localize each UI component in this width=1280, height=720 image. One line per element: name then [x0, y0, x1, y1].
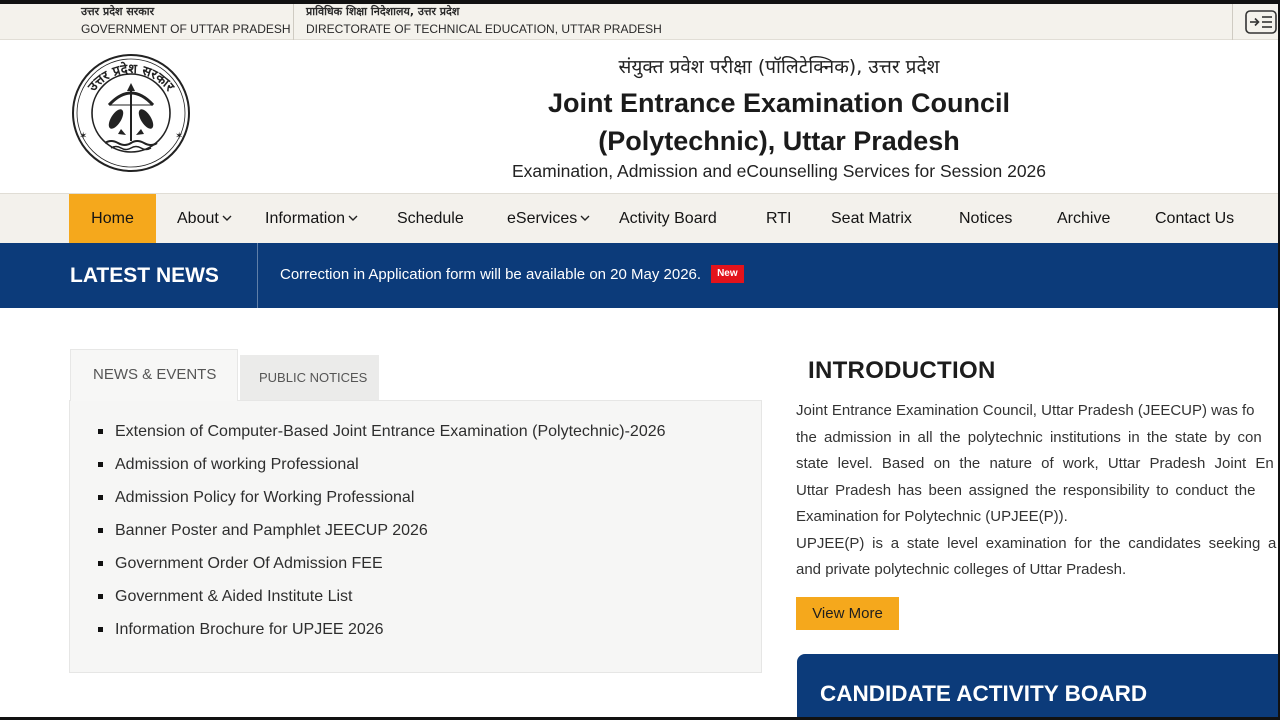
nav-item-label: RTI: [766, 210, 792, 227]
nav-item-information[interactable]: Information: [265, 194, 358, 243]
introduction-line: Examination for Polytechnic (UPJEE(P)).: [796, 508, 1068, 525]
list-item-link[interactable]: Extension of Computer-Based Joint Entran…: [115, 423, 666, 440]
nav-item-label: Information: [265, 210, 346, 227]
latest-news-text[interactable]: Correction in Application form will be a…: [280, 266, 701, 283]
nav-item-activity-board[interactable]: Activity Board: [619, 194, 717, 243]
list-item-link[interactable]: Government Order Of Admission FEE: [115, 555, 383, 572]
nav-item-label: About: [177, 210, 219, 227]
introduction-heading: INTRODUCTION: [808, 357, 996, 384]
bullet-icon: [98, 594, 103, 599]
list-item[interactable]: Government & Aided Institute List: [70, 580, 761, 613]
nav-item-contact-us[interactable]: Contact Us: [1155, 194, 1234, 243]
nav-item-about[interactable]: About: [177, 194, 232, 243]
introduction-line: UPJEE(P) is a state level examination fo…: [796, 534, 1277, 552]
introduction-line: the admission in all the polytechnic ins…: [796, 428, 1262, 446]
government-name-english: GOVERNMENT OF UTTAR PRADESH: [81, 22, 291, 36]
nav-item-label: Archive: [1057, 210, 1111, 227]
menu-toggle-icon[interactable]: [1245, 10, 1277, 34]
introduction-line: and private polytechnic colleges of Utta…: [796, 561, 1127, 578]
news-events-panel: Extension of Computer-Based Joint Entran…: [69, 400, 762, 673]
chevron-down-icon: [580, 215, 590, 221]
list-item[interactable]: Admission Policy for Working Professiona…: [70, 481, 761, 514]
site-header: उत्तर प्रदेश सरकार ✶ ✶ संयुक्त प्रवेश पर…: [0, 40, 1280, 193]
nav-item-home[interactable]: Home: [69, 194, 156, 243]
nav-item-label: Activity Board: [619, 210, 717, 227]
list-item[interactable]: Admission of working Professional: [70, 448, 761, 481]
activity-board-heading: CANDIDATE ACTIVITY BOARD: [820, 681, 1148, 706]
svg-text:✶: ✶: [79, 131, 87, 142]
news-events-list: Extension of Computer-Based Joint Entran…: [70, 401, 761, 646]
main-nav: Home About Information Schedule eService…: [0, 193, 1280, 243]
nav-item-archive[interactable]: Archive: [1057, 194, 1110, 243]
bullet-icon: [98, 429, 103, 434]
introduction-line: state level. Based on the nature of work…: [796, 455, 1274, 472]
nav-item-seat-matrix[interactable]: Seat Matrix: [831, 194, 912, 243]
bullet-icon: [98, 561, 103, 566]
latest-news-item[interactable]: Correction in Application form will be a…: [280, 243, 744, 306]
top-bar-divider: [293, 4, 294, 40]
list-item[interactable]: Extension of Computer-Based Joint Entran…: [70, 415, 761, 448]
list-item-link[interactable]: Banner Poster and Pamphlet JEECUP 2026: [115, 522, 428, 539]
list-item-link[interactable]: Information Brochure for UPJEE 2026: [115, 621, 384, 638]
latest-news-bar: LATEST NEWS Correction in Application fo…: [0, 243, 1280, 308]
hindi-title: संयुक्त प्रवेश परीक्षा (पॉलिटेक्निक), उत…: [618, 56, 940, 78]
directorate-name-english: DIRECTORATE OF TECHNICAL EDUCATION, UTTA…: [306, 22, 662, 36]
page-title-line-1: Joint Entrance Examination Council: [547, 88, 1011, 118]
nav-item-label: Schedule: [397, 210, 464, 227]
government-name-hindi: उत्तर प्रदेश सरकार: [81, 5, 155, 18]
list-item[interactable]: Government Order Of Admission FEE: [70, 547, 761, 580]
nav-item-label: Seat Matrix: [831, 210, 912, 227]
screen-frame-top: [0, 0, 1280, 4]
list-item[interactable]: Information Brochure for UPJEE 2026: [70, 613, 761, 646]
bullet-icon: [98, 528, 103, 533]
bullet-icon: [98, 627, 103, 632]
list-item[interactable]: Banner Poster and Pamphlet JEECUP 2026: [70, 514, 761, 547]
menu-toggle-button[interactable]: [1232, 4, 1278, 40]
nav-item-rti[interactable]: RTI: [766, 194, 791, 243]
top-bar: उत्तर प्रदेश सरकार GOVERNMENT OF UTTAR P…: [0, 4, 1280, 40]
chevron-down-icon: [222, 215, 232, 221]
view-more-button[interactable]: View More: [796, 597, 899, 630]
introduction-text: Joint Entrance Examination Council, Utta…: [796, 398, 1278, 584]
introduction-line: Uttar Pradesh has been assigned the resp…: [796, 481, 1256, 499]
list-item-link[interactable]: Government & Aided Institute List: [115, 588, 352, 605]
chevron-down-icon: [348, 215, 358, 221]
uttar-pradesh-seal-icon[interactable]: उत्तर प्रदेश सरकार ✶ ✶: [71, 53, 191, 173]
bullet-icon: [98, 462, 103, 467]
nav-item-notices[interactable]: Notices: [959, 194, 1012, 243]
nav-item-label: Contact Us: [1155, 210, 1235, 227]
nav-item-eservices[interactable]: eServices: [507, 194, 590, 243]
nav-item-label: Home: [91, 210, 134, 227]
nav-item-label: eServices: [507, 210, 578, 227]
list-item-link[interactable]: Admission of working Professional: [115, 456, 359, 473]
tab-news-events[interactable]: NEWS & EVENTS: [70, 349, 238, 401]
latest-news-divider: [257, 243, 258, 308]
new-badge: New: [711, 265, 744, 284]
directorate-name-hindi: प्राविधिक शिक्षा निदेशालय, उत्तर प्रदेश: [306, 5, 460, 18]
candidate-activity-board: CANDIDATE ACTIVITY BOARD: [797, 654, 1278, 717]
page-subtitle: Examination, Admission and eCounselling …: [511, 161, 1047, 181]
nav-item-label: Notices: [959, 210, 1013, 227]
page-title-line-2: (Polytechnic), Uttar Pradesh: [598, 126, 960, 156]
bullet-icon: [98, 495, 103, 500]
latest-news-heading: LATEST NEWS: [70, 264, 219, 287]
introduction-line: Joint Entrance Examination Council, Utta…: [796, 402, 1255, 419]
svg-text:✶: ✶: [175, 131, 183, 142]
list-item-link[interactable]: Admission Policy for Working Professiona…: [115, 489, 414, 506]
tab-public-notices[interactable]: PUBLIC NOTICES: [240, 355, 379, 400]
nav-item-schedule[interactable]: Schedule: [397, 194, 464, 243]
